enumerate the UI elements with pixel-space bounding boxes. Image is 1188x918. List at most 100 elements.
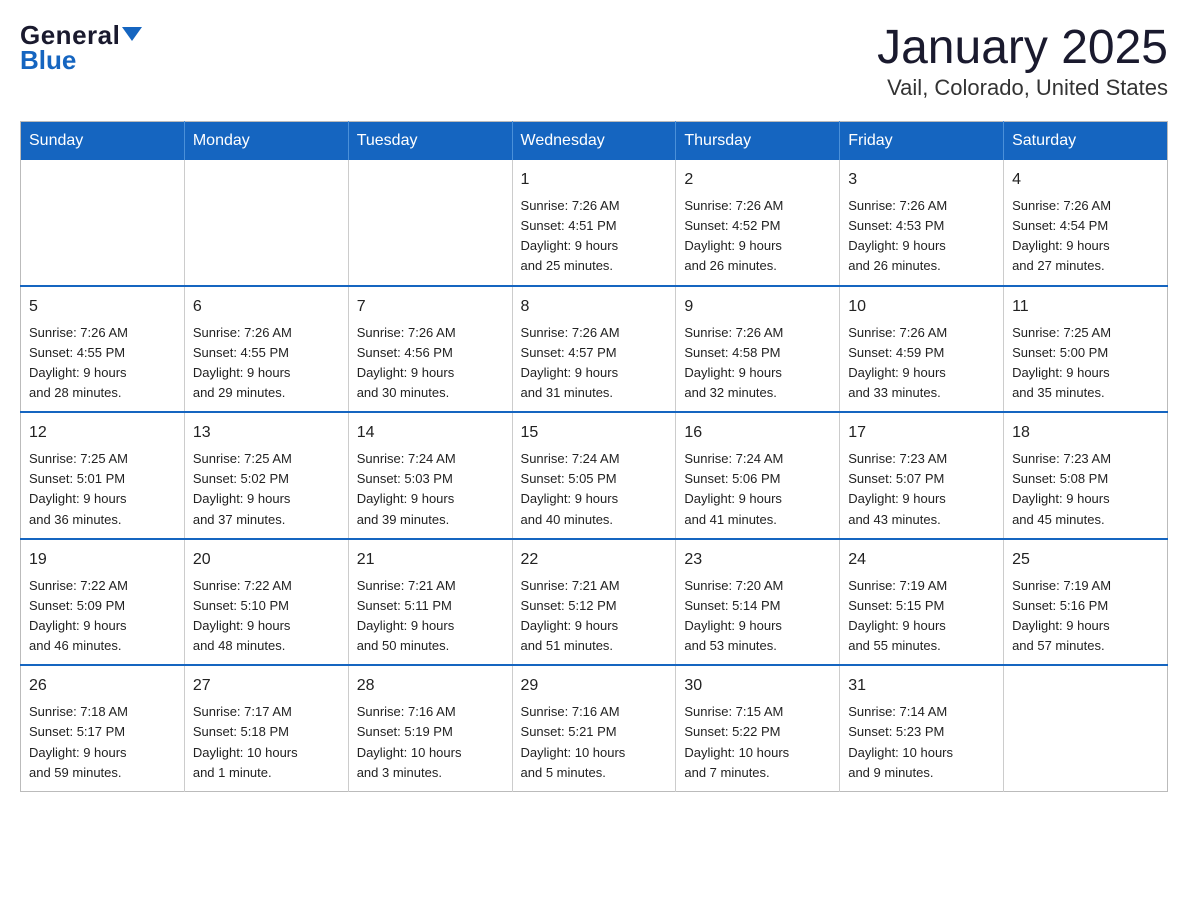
calendar-table: SundayMondayTuesdayWednesdayThursdayFrid… [20, 121, 1168, 792]
day-number: 20 [193, 548, 340, 572]
calendar-cell: 26 Sunrise: 7:18 AMSunset: 5:17 PMDayligh… [21, 665, 185, 791]
calendar-subtitle: Vail, Colorado, United States [877, 75, 1168, 101]
day-number: 19 [29, 548, 176, 572]
day-number: 5 [29, 295, 176, 319]
calendar-cell: 11 Sunrise: 7:25 AMSunset: 5:00 PMDayligh… [1004, 286, 1168, 413]
calendar-cell: 17 Sunrise: 7:23 AMSunset: 5:07 PMDayligh… [840, 412, 1004, 539]
calendar-cell: 22Sunrise: 7:21 AMSunset: 5:12 PMDayligh… [512, 539, 676, 666]
calendar-cell: 3 Sunrise: 7:26 AMSunset: 4:53 PMDaylight… [840, 160, 1004, 286]
day-info: Sunrise: 7:26 AMSunset: 4:54 PMDaylight:… [1012, 198, 1111, 273]
day-number: 11 [1012, 295, 1159, 319]
calendar-cell: 6Sunrise: 7:26 AMSunset: 4:55 PMDaylight… [184, 286, 348, 413]
calendar-cell [348, 160, 512, 286]
day-info: Sunrise: 7:14 AMSunset: 5:23 PMDaylight:… [848, 704, 953, 779]
day-header-wednesday: Wednesday [512, 122, 676, 161]
day-header-monday: Monday [184, 122, 348, 161]
day-number: 28 [357, 674, 504, 698]
day-number: 17 [848, 421, 995, 445]
day-number: 24 [848, 548, 995, 572]
calendar-cell: 5 Sunrise: 7:26 AMSunset: 4:55 PMDaylight… [21, 286, 185, 413]
day-number: 21 [357, 548, 504, 572]
day-number: 8 [521, 295, 668, 319]
day-info: Sunrise: 7:23 AMSunset: 5:07 PMDaylight:… [848, 451, 947, 526]
day-number: 13 [193, 421, 340, 445]
day-info: Sunrise: 7:19 AMSunset: 5:15 PMDaylight:… [848, 578, 947, 653]
calendar-cell: 18 Sunrise: 7:23 AMSunset: 5:08 PMDayligh… [1004, 412, 1168, 539]
day-info: Sunrise: 7:24 AMSunset: 5:03 PMDaylight:… [357, 451, 456, 526]
day-info: Sunrise: 7:26 AMSunset: 4:55 PMDaylight:… [193, 325, 292, 400]
day-number: 26 [29, 674, 176, 698]
calendar-cell: 12 Sunrise: 7:25 AMSunset: 5:01 PMDayligh… [21, 412, 185, 539]
day-number: 31 [848, 674, 995, 698]
calendar-cell: 30Sunrise: 7:15 AMSunset: 5:22 PMDayligh… [676, 665, 840, 791]
calendar-cell [184, 160, 348, 286]
calendar-cell: 7 Sunrise: 7:26 AMSunset: 4:56 PMDaylight… [348, 286, 512, 413]
day-header-thursday: Thursday [676, 122, 840, 161]
calendar-cell: 31 Sunrise: 7:14 AMSunset: 5:23 PMDayligh… [840, 665, 1004, 791]
day-info: Sunrise: 7:26 AMSunset: 4:58 PMDaylight:… [684, 325, 783, 400]
day-info: Sunrise: 7:16 AMSunset: 5:21 PMDaylight:… [521, 704, 626, 779]
days-of-week-row: SundayMondayTuesdayWednesdayThursdayFrid… [21, 122, 1168, 161]
day-number: 12 [29, 421, 176, 445]
day-number: 27 [193, 674, 340, 698]
calendar-week-2: 5 Sunrise: 7:26 AMSunset: 4:55 PMDaylight… [21, 286, 1168, 413]
day-info: Sunrise: 7:26 AMSunset: 4:55 PMDaylight:… [29, 325, 128, 400]
calendar-week-3: 12 Sunrise: 7:25 AMSunset: 5:01 PMDayligh… [21, 412, 1168, 539]
day-number: 4 [1012, 168, 1159, 192]
day-number: 3 [848, 168, 995, 192]
day-number: 25 [1012, 548, 1159, 572]
calendar-body: 1 Sunrise: 7:26 AMSunset: 4:51 PMDaylight… [21, 160, 1168, 791]
calendar-cell: 14 Sunrise: 7:24 AMSunset: 5:03 PMDayligh… [348, 412, 512, 539]
day-info: Sunrise: 7:26 AMSunset: 4:51 PMDaylight:… [521, 198, 620, 273]
day-number: 7 [357, 295, 504, 319]
day-info: Sunrise: 7:25 AMSunset: 5:02 PMDaylight:… [193, 451, 292, 526]
day-number: 29 [521, 674, 668, 698]
day-number: 14 [357, 421, 504, 445]
day-info: Sunrise: 7:23 AMSunset: 5:08 PMDaylight:… [1012, 451, 1111, 526]
day-info: Sunrise: 7:15 AMSunset: 5:22 PMDaylight:… [684, 704, 789, 779]
day-number: 22 [521, 548, 668, 572]
calendar-week-4: 19Sunrise: 7:22 AMSunset: 5:09 PMDayligh… [21, 539, 1168, 666]
day-header-saturday: Saturday [1004, 122, 1168, 161]
day-info: Sunrise: 7:25 AMSunset: 5:01 PMDaylight:… [29, 451, 128, 526]
day-info: Sunrise: 7:16 AMSunset: 5:19 PMDaylight:… [357, 704, 462, 779]
title-section: January 2025 Vail, Colorado, United Stat… [877, 20, 1168, 101]
page-header: General Blue January 2025 Vail, Colorado… [20, 20, 1168, 101]
calendar-cell: 1 Sunrise: 7:26 AMSunset: 4:51 PMDaylight… [512, 160, 676, 286]
day-number: 9 [684, 295, 831, 319]
day-number: 18 [1012, 421, 1159, 445]
day-info: Sunrise: 7:26 AMSunset: 4:53 PMDaylight:… [848, 198, 947, 273]
calendar-cell [21, 160, 185, 286]
calendar-cell: 10Sunrise: 7:26 AMSunset: 4:59 PMDayligh… [840, 286, 1004, 413]
calendar-cell: 16Sunrise: 7:24 AMSunset: 5:06 PMDayligh… [676, 412, 840, 539]
calendar-cell: 27 Sunrise: 7:17 AMSunset: 5:18 PMDayligh… [184, 665, 348, 791]
day-info: Sunrise: 7:25 AMSunset: 5:00 PMDaylight:… [1012, 325, 1111, 400]
calendar-cell: 2 Sunrise: 7:26 AMSunset: 4:52 PMDaylight… [676, 160, 840, 286]
day-info: Sunrise: 7:26 AMSunset: 4:56 PMDaylight:… [357, 325, 456, 400]
calendar-week-5: 26 Sunrise: 7:18 AMSunset: 5:17 PMDayligh… [21, 665, 1168, 791]
calendar-cell: 29 Sunrise: 7:16 AMSunset: 5:21 PMDayligh… [512, 665, 676, 791]
day-number: 2 [684, 168, 831, 192]
calendar-cell: 28 Sunrise: 7:16 AMSunset: 5:19 PMDayligh… [348, 665, 512, 791]
day-info: Sunrise: 7:17 AMSunset: 5:18 PMDaylight:… [193, 704, 298, 779]
calendar-cell [1004, 665, 1168, 791]
calendar-cell: 25Sunrise: 7:19 AMSunset: 5:16 PMDayligh… [1004, 539, 1168, 666]
logo: General Blue [20, 20, 142, 76]
calendar-cell: 21Sunrise: 7:21 AMSunset: 5:11 PMDayligh… [348, 539, 512, 666]
day-info: Sunrise: 7:18 AMSunset: 5:17 PMDaylight:… [29, 704, 128, 779]
day-number: 23 [684, 548, 831, 572]
calendar-cell: 24 Sunrise: 7:19 AMSunset: 5:15 PMDayligh… [840, 539, 1004, 666]
calendar-cell: 4 Sunrise: 7:26 AMSunset: 4:54 PMDaylight… [1004, 160, 1168, 286]
day-info: Sunrise: 7:20 AMSunset: 5:14 PMDaylight:… [684, 578, 783, 653]
calendar-cell: 8Sunrise: 7:26 AMSunset: 4:57 PMDaylight… [512, 286, 676, 413]
calendar-cell: 20Sunrise: 7:22 AMSunset: 5:10 PMDayligh… [184, 539, 348, 666]
calendar-cell: 15Sunrise: 7:24 AMSunset: 5:05 PMDayligh… [512, 412, 676, 539]
day-number: 1 [521, 168, 668, 192]
day-info: Sunrise: 7:26 AMSunset: 4:52 PMDaylight:… [684, 198, 783, 273]
day-info: Sunrise: 7:24 AMSunset: 5:05 PMDaylight:… [521, 451, 620, 526]
calendar-cell: 13 Sunrise: 7:25 AMSunset: 5:02 PMDayligh… [184, 412, 348, 539]
calendar-cell: 9 Sunrise: 7:26 AMSunset: 4:58 PMDaylight… [676, 286, 840, 413]
calendar-week-1: 1 Sunrise: 7:26 AMSunset: 4:51 PMDaylight… [21, 160, 1168, 286]
calendar-title: January 2025 [877, 20, 1168, 75]
day-info: Sunrise: 7:24 AMSunset: 5:06 PMDaylight:… [684, 451, 783, 526]
